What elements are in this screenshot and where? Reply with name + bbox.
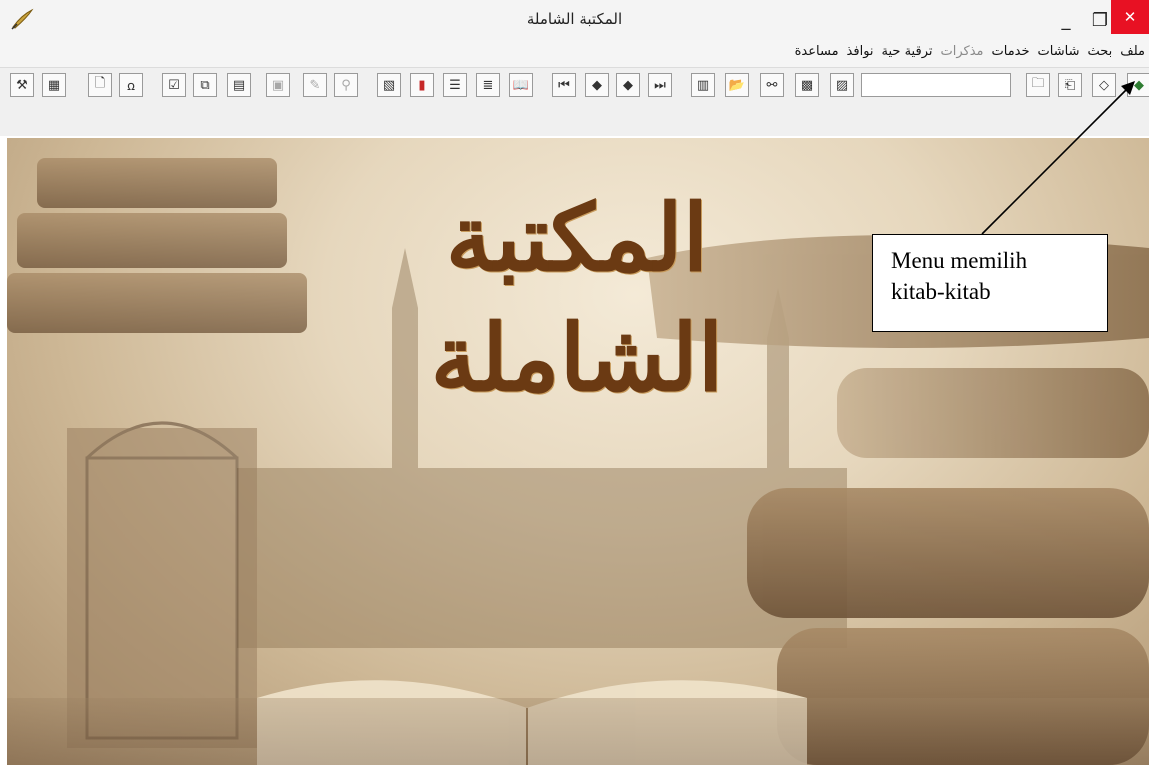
document-icon[interactable]: ▤	[227, 73, 251, 97]
brush-icon[interactable]: ⚲	[334, 73, 358, 97]
new-page-icon[interactable]: 🗋	[88, 73, 112, 97]
first-page-icon[interactable]: ⏮	[552, 73, 576, 97]
annotation-line-1: Menu memilih	[891, 248, 1028, 273]
save-icon[interactable]: ▩	[795, 73, 819, 97]
next-page-icon[interactable]: ◆	[616, 73, 640, 97]
properties-icon[interactable]: ▧	[377, 73, 401, 97]
tab-strip	[0, 106, 1149, 136]
print-preview-icon[interactable]: ▨	[830, 73, 854, 97]
copy-icon[interactable]: ⧉	[193, 73, 217, 97]
library-logo-calligraphy: المكتبة الشاملة	[430, 184, 724, 412]
checklist-icon[interactable]: ☑	[162, 73, 186, 97]
menu-item-5[interactable]: ترقية حية	[878, 44, 937, 59]
tools-icon[interactable]: ⚒	[10, 73, 34, 97]
menu-item-4[interactable]: مذكرات	[937, 44, 988, 59]
open-folder-icon[interactable]: 📂	[725, 73, 749, 97]
previous-page-icon[interactable]: ◆	[585, 73, 609, 97]
annotation-callout: Menu memilih kitab-kitab	[872, 234, 1108, 332]
menu-item-1[interactable]: بحث	[1083, 44, 1116, 59]
outline-icon[interactable]: ☰	[443, 73, 467, 97]
last-page-icon[interactable]: ⏭	[648, 73, 672, 97]
page-setup-icon[interactable]: ⎗	[1058, 73, 1082, 97]
open-book-icon[interactable]: 📖	[509, 73, 533, 97]
title-bar: المكتبة الشاملة _ ❐ ✕	[0, 0, 1149, 41]
tag-icon[interactable]: ◇	[1092, 73, 1116, 97]
menu-item-3[interactable]: خدمات	[988, 44, 1034, 59]
splash-background: المكتبة الشاملة	[7, 138, 1149, 765]
menu-item-6[interactable]: نوافذ	[843, 44, 878, 59]
menu-item-7[interactable]: مساعدة	[791, 44, 843, 59]
annotation-line-2: kitab-kitab	[891, 279, 991, 304]
close-button[interactable]: ✕	[1111, 0, 1149, 34]
toolbar: ⚒ ▦ 🗋 ꭥ ☑ ⧉ ▤ ▣ ✎ ⚲ ▧ ▮ ☰ ≣ 📖 ⏮ ◆ ◆ ⏭ ▥ 📂 ⚯ ▩ ▨ 🗀 ⎗ ◇ ◆	[0, 67, 1149, 107]
window-title: المكتبة الشاملة	[526, 10, 623, 28]
find-icon[interactable]: ꭥ	[119, 73, 143, 97]
book-select-icon[interactable]: ◆	[1127, 73, 1149, 97]
pencil-icon[interactable]: ✎	[303, 73, 327, 97]
search-input[interactable]	[861, 73, 1011, 97]
menu-list: ملف بحث شاشات خدمات مذكرات ترقية حية نوافذ مساع…	[791, 44, 1149, 59]
folder-add-icon[interactable]: 🗀	[1026, 73, 1050, 97]
left-book-stack	[7, 158, 307, 333]
paste-icon[interactable]: ▣	[266, 73, 290, 97]
menu-item-2[interactable]: شاشات	[1034, 44, 1084, 59]
list-icon[interactable]: ≣	[476, 73, 500, 97]
bookmark-icon[interactable]: ▮	[410, 73, 434, 97]
windows-icon[interactable]: ▥	[691, 73, 715, 97]
index-icon[interactable]: ▦	[42, 73, 66, 97]
menu-item-0[interactable]: ملف	[1116, 44, 1149, 59]
binoculars-icon[interactable]: ⚯	[760, 73, 784, 97]
menu-bar: ملف بحث شاشات خدمات مذكرات ترقية حية نوافذ مساع…	[0, 40, 1149, 67]
